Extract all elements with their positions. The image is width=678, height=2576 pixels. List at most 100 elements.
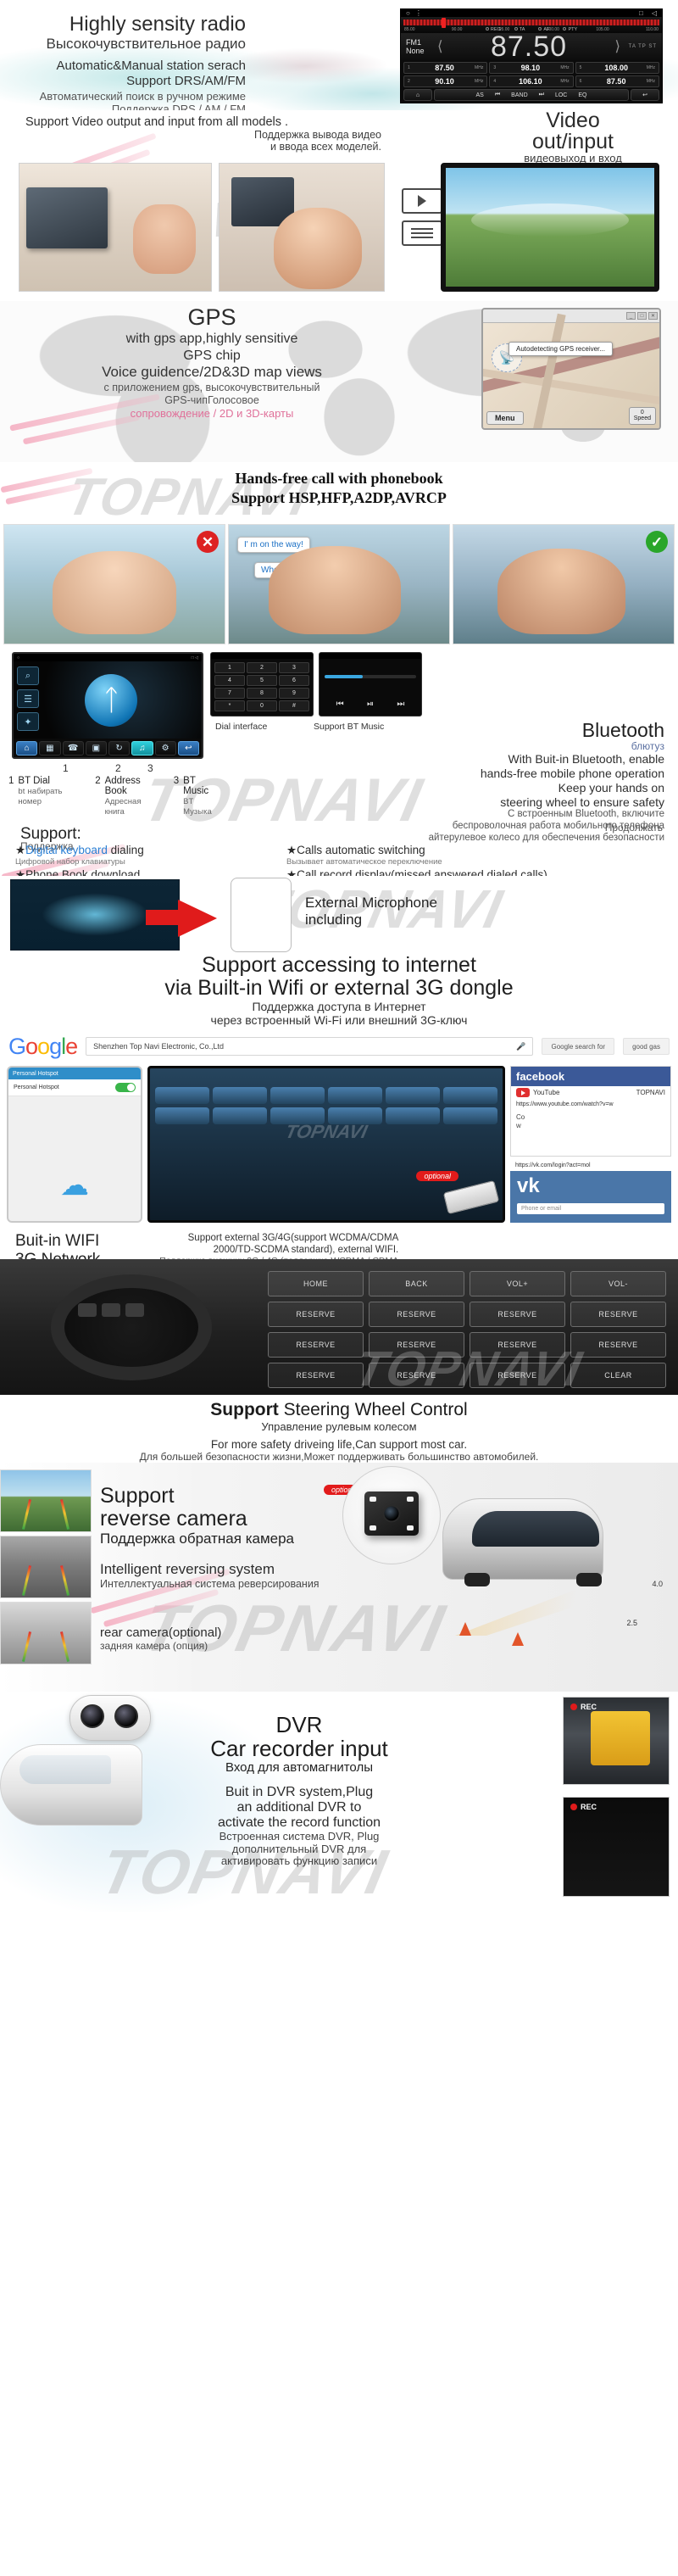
radio-head-unit-screen[interactable]: ○ ⋮ □ ◁ 85.00 90.00 95.00 100.00 105.00 … — [400, 8, 663, 103]
dialpad-key[interactable]: 1 — [214, 662, 245, 673]
swc-key[interactable]: VOL+ — [470, 1271, 565, 1296]
search-icon[interactable]: ⌕ — [17, 666, 39, 685]
preset-button[interactable]: 4 106.10 MHz — [489, 75, 574, 87]
contacts-icon[interactable]: ▣ — [85, 740, 107, 756]
swc-key[interactable]: RESERVE — [570, 1302, 666, 1327]
app-icon[interactable] — [213, 1087, 267, 1104]
hotspot-row[interactable]: Personal Hotspot — [8, 1079, 141, 1096]
swc-key[interactable]: RESERVE — [268, 1302, 364, 1327]
gps-navigation-window[interactable]: _ □ ✕ 📡 Autodetecting GPS receiver... Me… — [481, 308, 661, 430]
tune-down-icon[interactable]: ⟨ — [435, 38, 446, 55]
swc-key[interactable]: HOME — [268, 1271, 364, 1296]
hotspot-toggle[interactable] — [115, 1083, 136, 1092]
star-icon[interactable]: ✦ — [17, 712, 39, 731]
swc-key[interactable]: RESERVE — [470, 1332, 565, 1358]
dialpad-key[interactable]: 0 — [247, 700, 277, 711]
swc-key[interactable]: RESERVE — [470, 1363, 565, 1388]
dialpad-key[interactable]: 8 — [247, 688, 277, 699]
dialpad-key[interactable]: 6 — [279, 675, 309, 686]
dialpad-key[interactable]: 4 — [214, 675, 245, 686]
app-icon[interactable] — [155, 1087, 209, 1104]
address-bar[interactable]: https://www.youtube.com/watch?v=w — [511, 1099, 670, 1110]
app-icon[interactable] — [213, 1107, 267, 1124]
swc-key[interactable]: RESERVE — [470, 1302, 565, 1327]
app-icon[interactable] — [270, 1087, 325, 1104]
dialpad-key[interactable]: 3 — [279, 662, 309, 673]
wheel-button[interactable] — [78, 1303, 97, 1317]
call-icon[interactable]: ☎ — [62, 740, 84, 756]
previous-track-icon[interactable]: ⏮ — [336, 700, 344, 709]
tablet-hotspot-screen[interactable]: Personal Hotspot Personal Hotspot ☁ — [7, 1066, 142, 1223]
youtube-row[interactable]: YouTube TOPNAVI — [511, 1086, 670, 1099]
eq-button[interactable]: EQ — [578, 92, 586, 98]
vk-address-bar[interactable]: https://vk.com/login?act=mol — [510, 1160, 671, 1171]
lucky-button[interactable]: good gas — [623, 1038, 670, 1055]
wheel-button[interactable] — [125, 1303, 144, 1317]
app-icon[interactable] — [386, 1107, 440, 1124]
swc-key[interactable]: RESERVE — [369, 1302, 464, 1327]
bt-music-icon[interactable]: ♫ — [131, 740, 153, 756]
status-recents-icon[interactable]: □ — [639, 9, 643, 17]
tune-up-icon[interactable]: ⟩ — [612, 38, 623, 55]
app-icon[interactable] — [443, 1087, 497, 1104]
swc-key[interactable]: RESERVE — [268, 1363, 364, 1388]
swc-key[interactable]: BACK — [369, 1271, 464, 1296]
back-button[interactable]: ↩ — [631, 89, 659, 101]
call-history-icon[interactable]: ↻ — [108, 740, 131, 756]
music-progress-bar[interactable] — [325, 675, 416, 678]
bluetooth-music-screen[interactable]: ⏮ ⏯ ⏭ — [319, 652, 422, 716]
loc-button[interactable]: LOC — [555, 92, 567, 98]
head-unit-browser-screen[interactable]: TOPNAVI optional — [147, 1066, 505, 1223]
bluetooth-main-screen[interactable]: ○ □ ◁ ⌕ ☰ ✦ ᛏ ⌂ ▦ ☎ ▣ ↻ ♫ ⚙ ↩ — [12, 652, 203, 759]
status-menu-icon[interactable]: ⋮ — [415, 9, 422, 17]
app-icon[interactable] — [328, 1087, 382, 1104]
back-icon[interactable]: ↩ — [177, 740, 199, 756]
microphone-icon[interactable]: 🎤 — [516, 1042, 525, 1051]
home-icon[interactable]: ⌂ — [16, 740, 38, 756]
swc-key[interactable]: VOL- — [570, 1271, 666, 1296]
band-button[interactable]: BAND — [511, 92, 527, 98]
swc-key[interactable]: RESERVE — [268, 1332, 364, 1358]
app-icon[interactable] — [386, 1087, 440, 1104]
maximize-icon[interactable]: □ — [637, 312, 647, 320]
close-icon[interactable]: ✕ — [648, 312, 658, 320]
vk-screenshot[interactable]: https://vk.com/login?act=mol vk Phone or… — [510, 1160, 671, 1223]
swc-key[interactable]: RESERVE — [570, 1332, 666, 1358]
swc-key[interactable]: RESERVE — [369, 1332, 464, 1358]
search-input[interactable]: Shenzhen Top Navi Electronic, Co.,Ltd 🎤 — [86, 1037, 534, 1056]
feature-item: ★Call record display(missed,answered,dia… — [286, 868, 659, 876]
prev-station-icon[interactable]: ⏮ — [495, 92, 500, 98]
next-station-icon[interactable]: ⏭ — [539, 92, 544, 98]
status-back-icon[interactable]: ◁ — [652, 9, 657, 17]
minimize-icon[interactable]: _ — [626, 312, 636, 320]
swc-key[interactable]: CLEAR — [570, 1363, 666, 1388]
google-search-button[interactable]: Google search for — [542, 1038, 615, 1055]
app-icon[interactable] — [155, 1107, 209, 1124]
preset-button[interactable]: 3 98.10 MHz — [489, 62, 574, 74]
dialpad-key[interactable]: # — [279, 700, 309, 711]
keypad-icon[interactable]: ▦ — [39, 740, 61, 756]
facebook-screenshot[interactable]: facebook YouTube TOPNAVI https://www.you… — [510, 1066, 671, 1157]
vk-login-field[interactable]: Phone or email — [517, 1203, 664, 1214]
wheel-button[interactable] — [102, 1303, 120, 1317]
app-icon[interactable] — [443, 1107, 497, 1124]
as-button[interactable]: AS — [476, 92, 484, 98]
dialpad-key[interactable]: 9 — [279, 688, 309, 699]
preset-button[interactable]: 2 90.10 MHz — [403, 75, 488, 87]
dialpad-key[interactable]: 5 — [247, 675, 277, 686]
dialpad-key[interactable]: 7 — [214, 688, 245, 699]
list-icon[interactable]: ☰ — [17, 689, 39, 708]
dialpad-key[interactable]: * — [214, 700, 245, 711]
preset-button[interactable]: 1 87.50 MHz — [403, 62, 488, 74]
home-button[interactable]: ⌂ — [403, 89, 432, 101]
preset-button[interactable]: 5 108.00 MHz — [575, 62, 659, 74]
settings-gear-icon[interactable]: ⚙ — [154, 740, 176, 756]
next-track-icon[interactable]: ⏭ — [397, 700, 404, 709]
play-pause-icon[interactable]: ⏯ — [367, 700, 374, 709]
map-menu-button[interactable]: Menu — [486, 411, 524, 425]
preset-button[interactable]: 6 87.50 MHz — [575, 75, 659, 87]
bluetooth-dial-screen[interactable]: 1 2 3 4 5 6 7 8 9 * 0 # — [210, 652, 314, 716]
swc-key[interactable]: RESERVE — [369, 1363, 464, 1388]
gps-map-canvas[interactable]: 📡 Autodetecting GPS receiver... Menu 0 S… — [483, 313, 659, 428]
dialpad-key[interactable]: 2 — [247, 662, 277, 673]
